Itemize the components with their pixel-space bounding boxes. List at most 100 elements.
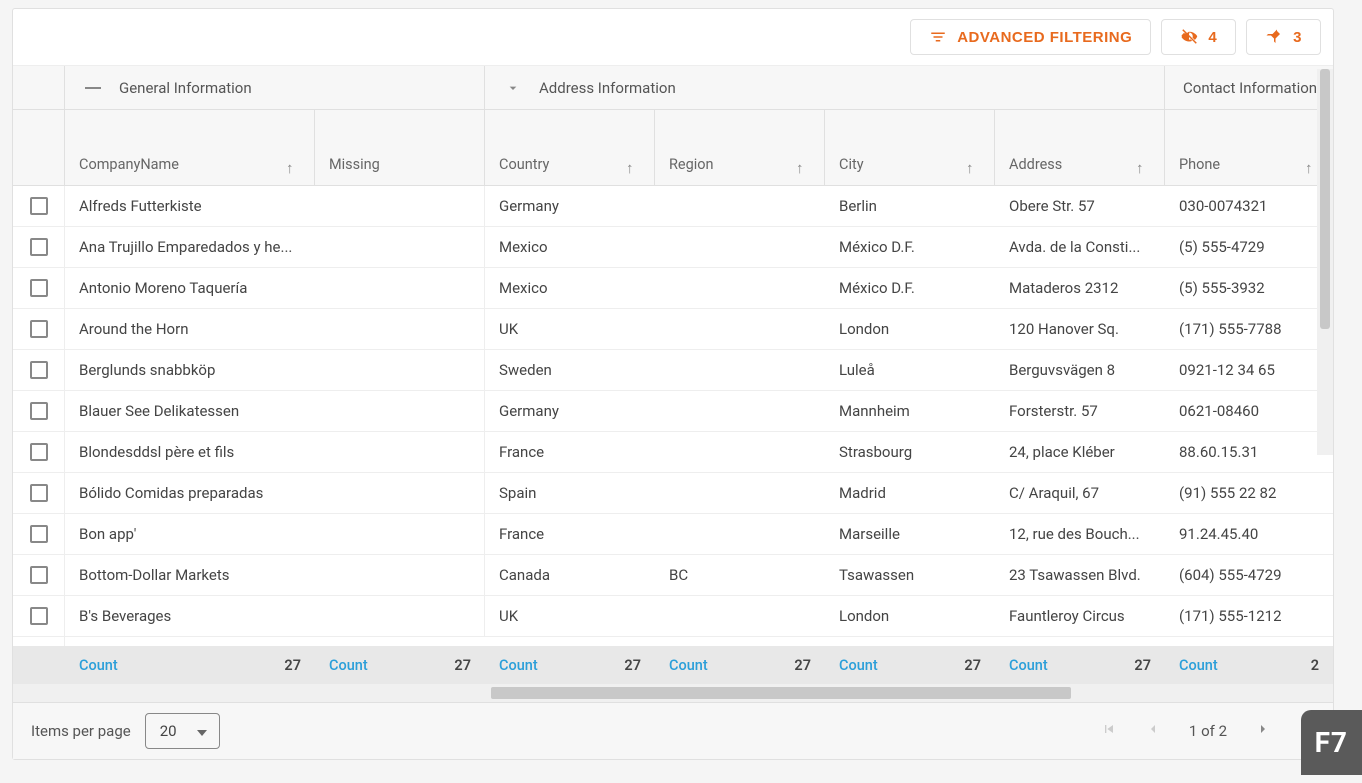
row-checkbox[interactable] [30, 525, 48, 543]
cell-city: México D.F. [825, 279, 995, 297]
cell-phone: 0921-12 34 65 [1165, 361, 1333, 379]
table-row[interactable]: Berglunds snabbköp Sweden Luleå Berguvsv… [13, 350, 1333, 391]
count-link[interactable]: Count [839, 657, 878, 674]
cell-country: Sweden [485, 361, 655, 379]
row-checkbox[interactable] [30, 197, 48, 215]
cell-missing [315, 350, 485, 390]
cell-address: 23 Tsawassen Blvd. [995, 566, 1165, 584]
count-link[interactable]: Count [1009, 657, 1048, 674]
table-row[interactable]: Bólido Comidas preparadas Spain Madrid C… [13, 473, 1333, 514]
cell-city: London [825, 607, 995, 625]
count-link[interactable]: Count [499, 657, 538, 674]
row-checkbox-cell [13, 309, 65, 349]
row-checkbox[interactable] [30, 607, 48, 625]
cell-missing [315, 227, 485, 267]
group-header-address[interactable]: Address Information [485, 66, 1165, 109]
table-row[interactable] [13, 637, 1333, 646]
group-header-address-label: Address Information [539, 79, 676, 97]
next-page-button[interactable] [1255, 721, 1271, 741]
f7-badge-label: F7 [1315, 726, 1348, 759]
cell-missing [315, 391, 485, 431]
advanced-filtering-label: ADVANCED FILTERING [957, 29, 1132, 46]
per-page-select[interactable]: 20 [145, 713, 220, 749]
row-checkbox[interactable] [30, 443, 48, 461]
cell-phone: 88.60.15.31 [1165, 443, 1333, 461]
cell-phone: (171) 555-1212 [1165, 607, 1333, 625]
header-address[interactable]: Address [995, 110, 1165, 185]
group-header-general[interactable]: General Information [65, 66, 485, 109]
row-checkbox[interactable] [30, 402, 48, 420]
paginator-right: 1 of 2 [1101, 721, 1315, 741]
cell-country: Canada [485, 566, 655, 584]
table-row[interactable]: Blauer See Delikatessen Germany Mannheim… [13, 391, 1333, 432]
cell-company: Bólido Comidas preparadas [65, 484, 315, 502]
prev-page-button[interactable] [1145, 721, 1161, 741]
row-checkbox-cell [13, 555, 65, 595]
table-row[interactable]: Blondesddsl père et fils France Strasbou… [13, 432, 1333, 473]
row-checkbox[interactable] [30, 566, 48, 584]
cell-address: Fauntleroy Circus [995, 607, 1165, 625]
cell-city: México D.F. [825, 238, 995, 256]
table-row[interactable]: Around the Horn UK London 120 Hanover Sq… [13, 309, 1333, 350]
summary-region: Count 27 [655, 657, 825, 674]
header-missing[interactable]: Missing [315, 110, 485, 185]
pin-icon [1265, 28, 1283, 46]
table-row[interactable]: Alfreds Futterkiste Germany Berlin Obere… [13, 186, 1333, 227]
row-checkbox-cell [13, 473, 65, 513]
count-link[interactable]: Count [1179, 657, 1218, 674]
grid-body[interactable]: Alfreds Futterkiste Germany Berlin Obere… [13, 186, 1333, 646]
summary-city: Count 27 [825, 657, 995, 674]
table-row[interactable]: Bon app' France Marseille 12, rue des Bo… [13, 514, 1333, 555]
summary-company: Count 27 [65, 657, 315, 674]
row-checkbox[interactable] [30, 484, 48, 502]
sort-asc-icon [796, 159, 810, 173]
first-page-button[interactable] [1101, 721, 1117, 741]
table-row[interactable]: B's Beverages UK London Fauntleroy Circu… [13, 596, 1333, 637]
table-row[interactable]: Ana Trujillo Emparedados y he... Mexico … [13, 227, 1333, 268]
header-phone[interactable]: Phone [1165, 110, 1333, 185]
cell-address: 12, rue des Bouch... [995, 525, 1165, 543]
count-link[interactable]: Count [329, 657, 368, 674]
row-checkbox[interactable] [30, 361, 48, 379]
header-company-label: CompanyName [79, 156, 179, 173]
count-link[interactable]: Count [79, 657, 118, 674]
header-checkbox [13, 110, 65, 185]
grid-toolbar: ADVANCED FILTERING 4 3 [13, 9, 1333, 66]
cell-phone: (5) 555-3932 [1165, 279, 1333, 297]
row-checkbox[interactable] [30, 279, 48, 297]
cell-phone: (91) 555 22 82 [1165, 484, 1333, 502]
table-row[interactable]: Antonio Moreno Taquería Mexico México D.… [13, 268, 1333, 309]
cell-city: Berlin [825, 197, 995, 215]
row-checkbox-cell [13, 596, 65, 636]
table-row[interactable]: Bottom-Dollar Markets Canada BC Tsawasse… [13, 555, 1333, 596]
horizontal-scrollbar[interactable] [13, 684, 1333, 702]
horizontal-scrollbar-thumb[interactable] [491, 687, 1071, 699]
header-company[interactable]: CompanyName [65, 110, 315, 185]
row-checkbox-cell [13, 227, 65, 267]
cell-company: Blondesddsl père et fils [65, 443, 315, 461]
header-country[interactable]: Country [485, 110, 655, 185]
row-checkbox[interactable] [30, 238, 48, 256]
collapse-icon [85, 87, 101, 89]
group-header-contact[interactable]: Contact Information [1165, 66, 1333, 109]
row-checkbox[interactable] [30, 320, 48, 338]
count-value: 2 [1311, 657, 1319, 674]
group-header-general-label: General Information [119, 79, 252, 97]
count-link[interactable]: Count [669, 657, 708, 674]
summary-phone: Count 2 [1165, 657, 1333, 674]
f7-badge: F7 [1301, 710, 1362, 775]
hidden-columns-button[interactable]: 4 [1161, 19, 1236, 55]
sort-asc-icon [626, 159, 640, 173]
pinned-columns-button[interactable]: 3 [1246, 19, 1321, 55]
vertical-scrollbar-thumb[interactable] [1320, 69, 1330, 329]
advanced-filtering-button[interactable]: ADVANCED FILTERING [910, 19, 1151, 55]
cell-city: Marseille [825, 525, 995, 543]
per-page-value: 20 [160, 722, 177, 740]
cell-company: Bon app' [65, 525, 315, 543]
row-checkbox-cell [13, 514, 65, 554]
header-city[interactable]: City [825, 110, 995, 185]
chevron-left-icon [1145, 721, 1161, 737]
header-region[interactable]: Region [655, 110, 825, 185]
vertical-scrollbar[interactable] [1317, 69, 1333, 455]
sort-asc-icon [966, 159, 980, 173]
